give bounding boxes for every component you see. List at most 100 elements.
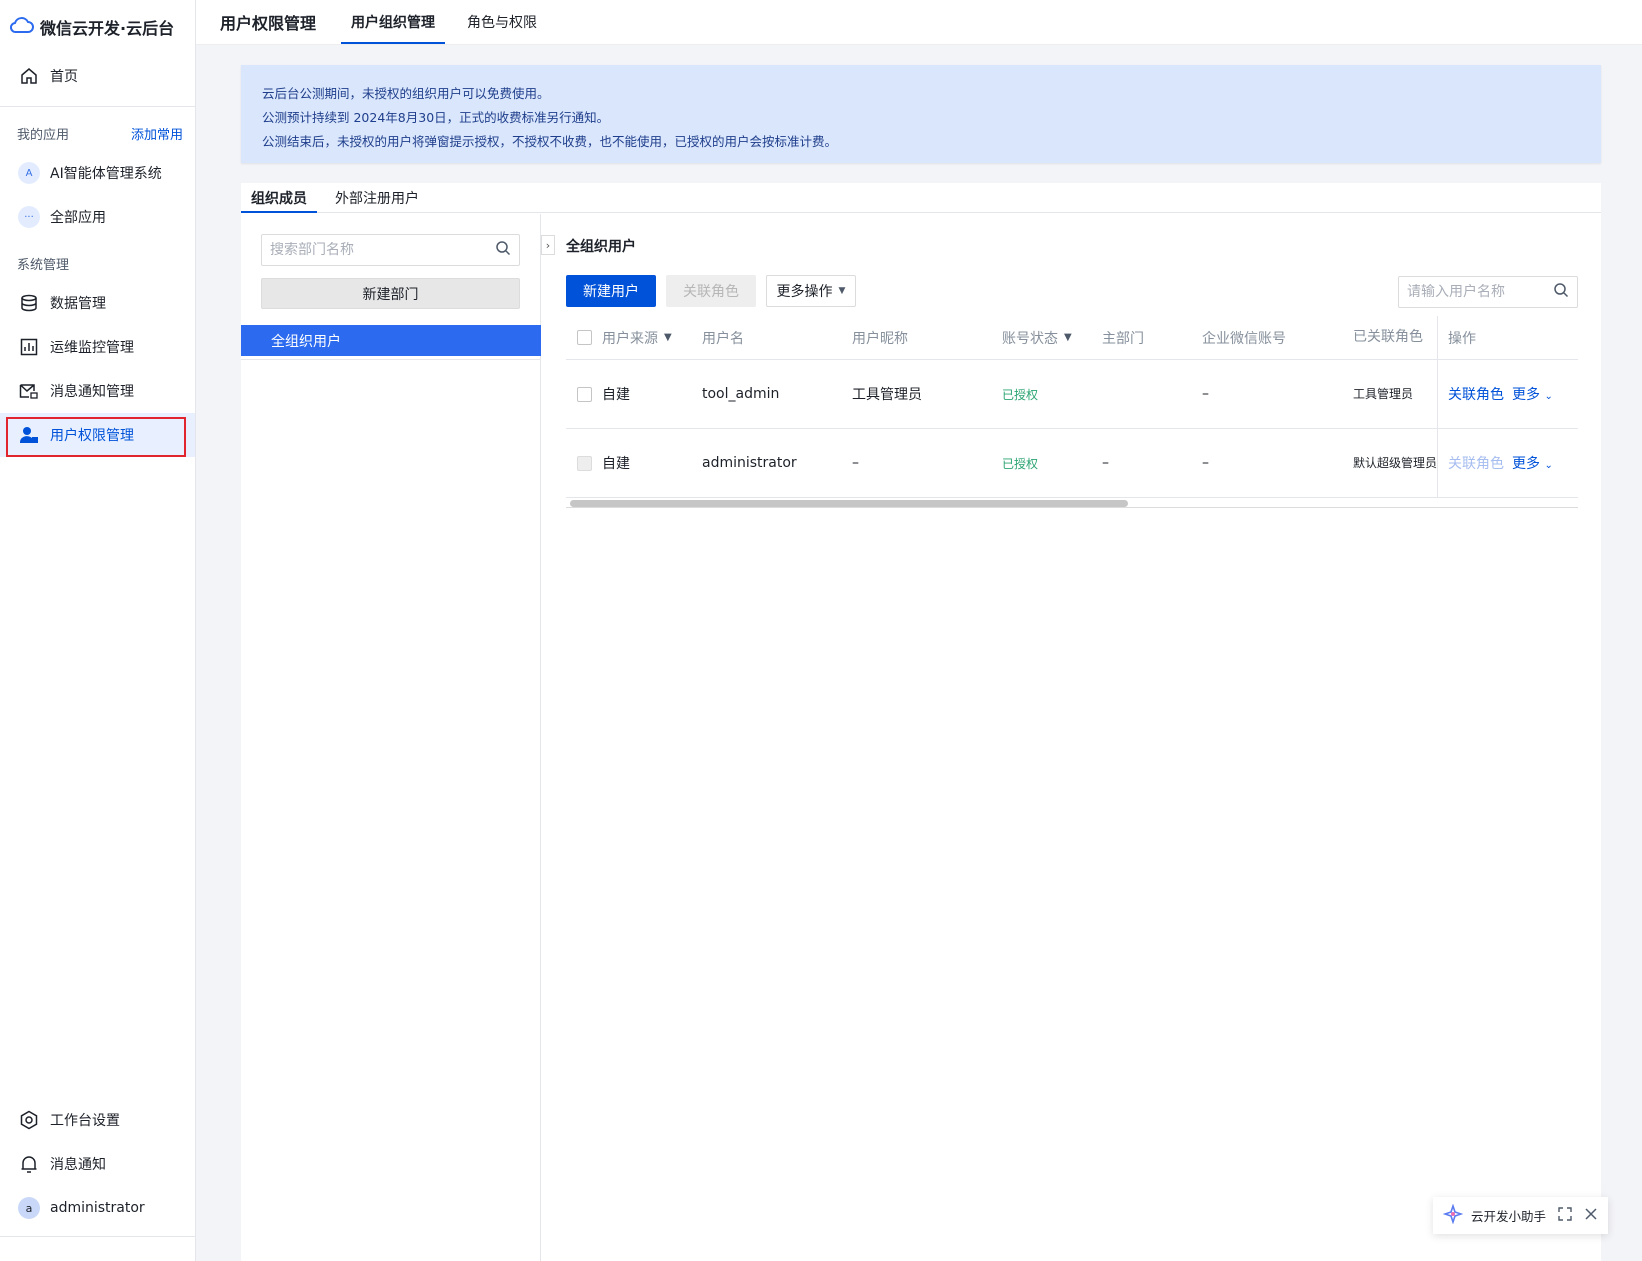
top-bar: 用户权限管理 用户组织管理 角色与权限: [196, 0, 1642, 45]
brand[interactable]: 微信云开发·云后台: [0, 0, 195, 54]
sidebar-item-label: 工作台设置: [50, 1113, 120, 1129]
caret-down-icon: ▼: [838, 286, 846, 296]
page-title: 用户权限管理: [220, 14, 317, 33]
cell-wx-account: –: [1202, 455, 1209, 471]
sidebar-item-label: AI智能体管理系统: [50, 166, 162, 182]
sidebar-item-messages[interactable]: 消息通知管理: [0, 369, 195, 413]
cell-actions: 关联角色 更多 ⌄: [1437, 360, 1578, 428]
sidebar-item-account[interactable]: a administrator: [0, 1186, 195, 1230]
bell-icon: [18, 1153, 40, 1175]
hexagon-settings-icon: [18, 1109, 40, 1131]
tab-org-members[interactable]: 组织成员: [241, 183, 317, 213]
my-apps-header: 我的应用 添加常用: [0, 115, 195, 151]
sidebar-bottom: 工作台设置 消息通知 a administrator: [0, 1098, 195, 1261]
account-name: administrator: [50, 1200, 145, 1216]
cell-nickname: –: [852, 455, 859, 471]
new-user-button[interactable]: 新建用户: [566, 275, 656, 307]
sidebar-item-label: 用户权限管理: [50, 428, 134, 444]
sidebar-item-ai-agent-app[interactable]: A AI智能体管理系统: [0, 151, 195, 195]
avatar: a: [18, 1197, 40, 1219]
cell-dept: –: [1102, 455, 1109, 471]
tab-roles-permissions[interactable]: 角色与权限: [457, 0, 547, 44]
status-badge: 已授权: [1002, 456, 1039, 471]
table-header: 用户来源 ▼ 用户名 用户昵称 账号状态 ▼ 主部门 企业微信账号 已关联角色 操作: [566, 315, 1578, 360]
cell-username: tool_admin: [702, 386, 780, 402]
sidebar-item-monitoring[interactable]: 运维监控管理: [0, 325, 195, 369]
column-header: 主部门: [1102, 330, 1144, 347]
app-avatar: A: [18, 162, 40, 184]
cell-username: administrator: [702, 455, 797, 471]
notice-line: 云后台公测期间，未授权的组织用户可以免费使用。: [262, 86, 550, 101]
cell-source: 自建: [602, 456, 630, 472]
horizontal-scrollbar[interactable]: [566, 498, 1578, 508]
sidebar-item-workspace-settings[interactable]: 工作台设置: [0, 1098, 195, 1142]
column-header: 用户来源 ▼: [602, 330, 672, 347]
chevron-down-icon: ⌄: [1544, 391, 1553, 402]
search-icon[interactable]: [1553, 282, 1569, 302]
row-checkbox: [576, 455, 592, 471]
cell-nickname: 工具管理员: [852, 387, 922, 403]
link-role-button[interactable]: 关联角色: [666, 275, 756, 307]
expand-icon[interactable]: [1558, 1207, 1572, 1224]
section-title: 全组织用户: [566, 239, 636, 255]
search-icon[interactable]: [495, 240, 511, 260]
column-header: 用户名: [702, 330, 744, 347]
chevron-down-icon: ⌄: [1544, 460, 1553, 471]
status-badge: 已授权: [1002, 387, 1039, 402]
chart-icon: [18, 336, 40, 358]
column-header: 操作: [1437, 315, 1578, 360]
select-all-checkbox[interactable]: [576, 330, 592, 345]
sidebar: 微信云开发·云后台 首页 我的应用 添加常用 A AI智能体管理系统 ··· 全…: [0, 0, 196, 1261]
chevron-right-icon: ›: [545, 238, 551, 252]
department-panel: 新建部门 全组织用户: [241, 214, 541, 1261]
column-header: 企业微信账号: [1202, 330, 1286, 347]
column-header: 账号状态 ▼: [1002, 330, 1072, 347]
brand-name: 微信云开发·云后台: [40, 19, 175, 38]
close-icon[interactable]: [1584, 1207, 1598, 1224]
user-search-box[interactable]: [1398, 276, 1578, 308]
sidebar-item-notifications[interactable]: 消息通知: [0, 1142, 195, 1186]
beta-notice: 云后台公测期间，未授权的组织用户可以免费使用。 公测预计持续到 2024年8月3…: [241, 65, 1601, 163]
link-role-action: 关联角色: [1448, 456, 1504, 472]
collapse-panel-button[interactable]: ›: [541, 235, 555, 255]
new-department-button[interactable]: 新建部门: [261, 278, 520, 309]
sidebar-item-label: 首页: [50, 69, 78, 85]
table-row: 自建 administrator – 已授权 – – 默认超级管理员 关联角色 …: [566, 429, 1578, 498]
notice-line: 公测预计持续到 2024年8月30日，正式的收费标准另行通知。: [262, 110, 610, 125]
column-header: 已关联角色: [1353, 329, 1423, 345]
sidebar-item-label: 全部应用: [50, 210, 106, 226]
assistant-logo-icon: [1442, 1203, 1464, 1227]
sidebar-item-label: 运维监控管理: [50, 340, 134, 356]
cell-source: 自建: [602, 387, 630, 403]
dept-item-all[interactable]: 全组织用户: [241, 325, 541, 356]
column-header: 用户昵称: [852, 330, 908, 347]
more-action[interactable]: 更多 ⌄: [1512, 384, 1553, 404]
tab-user-org[interactable]: 用户组织管理: [341, 0, 445, 44]
scrollbar-thumb[interactable]: [570, 500, 1128, 507]
notice-line: 公测结束后，未授权的用户将弹窗提示授权，不授权不收费，也不能使用，已授权的用户会…: [262, 134, 838, 149]
more-ops-dropdown[interactable]: 更多操作 ▼: [766, 275, 856, 307]
database-icon: [18, 292, 40, 314]
sidebar-item-all-apps[interactable]: ··· 全部应用: [0, 195, 195, 239]
add-common-link[interactable]: 添加常用: [131, 124, 183, 143]
filter-icon[interactable]: ▼: [1064, 332, 1072, 343]
more-action[interactable]: 更多 ⌄: [1512, 453, 1553, 473]
sidebar-item-home[interactable]: 首页: [0, 54, 195, 98]
dept-search-input[interactable]: [270, 242, 495, 258]
sidebar-item-user-permissions[interactable]: 用户权限管理: [0, 413, 195, 457]
link-role-action[interactable]: 关联角色: [1448, 384, 1504, 404]
user-lock-icon: [18, 424, 40, 446]
row-checkbox[interactable]: [576, 386, 592, 402]
table-row: 自建 tool_admin 工具管理员 已授权 – 工具管理员 关联角色 更多 …: [566, 360, 1578, 429]
filter-icon[interactable]: ▼: [664, 332, 672, 343]
sidebar-item-data[interactable]: 数据管理: [0, 281, 195, 325]
dept-search-box[interactable]: [261, 234, 520, 266]
tab-external-users[interactable]: 外部注册用户: [325, 183, 429, 212]
assistant-widget[interactable]: 云开发小助手: [1433, 1197, 1608, 1234]
more-dots-icon: ···: [18, 206, 40, 228]
cell-actions: 关联角色 更多 ⌄: [1437, 429, 1578, 497]
user-search-input[interactable]: [1407, 284, 1553, 300]
home-icon: [18, 65, 40, 87]
system-label: 系统管理: [17, 257, 70, 273]
cell-role: 工具管理员: [1353, 386, 1414, 401]
